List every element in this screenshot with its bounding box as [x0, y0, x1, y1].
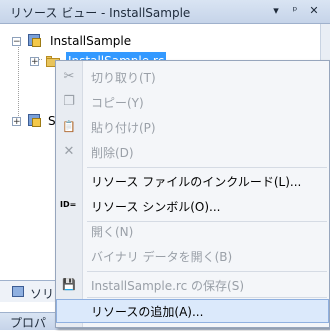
menu-item-resource-symbols[interactable]: ID= リソース シンボル(O)...: [56, 194, 329, 218]
menu-item-save-label: InstallSample.rc の保存(S): [91, 279, 244, 293]
delete-icon: ✕: [63, 144, 75, 159]
menu-item-open[interactable]: 開く(N): [56, 219, 329, 243]
menu-item-save[interactable]: 💾 InstallSample.rc の保存(S): [56, 273, 329, 297]
panel-title: リソース ビュー - InstallSample: [10, 6, 191, 20]
close-icon[interactable]: ✕: [306, 3, 322, 19]
menu-item-cut[interactable]: ✂ 切り取り(T): [56, 65, 329, 89]
menu-item-open-label: 開く(N): [91, 225, 134, 239]
menu-item-symbols-label: リソース シンボル(O)...: [91, 200, 221, 214]
collapse-icon[interactable]: −: [12, 37, 21, 47]
menu-item-include-label: リソース ファイルのインクルード(L)...: [91, 175, 302, 189]
dropdown-icon[interactable]: ▾: [268, 3, 284, 19]
menu-separator: [87, 297, 327, 298]
tab-properties-label: プロパ: [10, 316, 47, 330]
menu-item-delete-label: 削除(D): [91, 146, 134, 160]
id-icon: ID=: [60, 200, 77, 209]
menu-item-open-binary-label: バイナリ データを開く(B): [91, 250, 233, 264]
menu-item-copy[interactable]: ❐ コピー(Y): [56, 90, 329, 114]
menu-separator: [87, 271, 327, 272]
expand-icon[interactable]: +: [12, 117, 21, 127]
menu-separator: [87, 167, 327, 168]
project-icon: [28, 114, 42, 128]
panel-titlebar: リソース ビュー - InstallSample ▾ ᵖ ✕: [0, 0, 330, 24]
menu-item-paste-label: 貼り付け(P): [91, 121, 156, 135]
menu-item-copy-label: コピー(Y): [91, 96, 144, 110]
pin-icon[interactable]: ᵖ: [287, 3, 303, 19]
menu-item-add-resource-label: リソースの追加(A)...: [91, 305, 204, 319]
scissors-icon: ✂: [63, 69, 75, 84]
menu-item-add-resource[interactable]: リソースの追加(A)...: [56, 299, 329, 323]
tree-root-label: InstallSample: [50, 34, 132, 48]
context-menu: ✂ 切り取り(T) ❐ コピー(Y) 📋 貼り付け(P) ✕ 削除(D) リソー…: [55, 60, 330, 328]
copy-icon: ❐: [63, 94, 75, 109]
paste-icon: 📋: [62, 120, 76, 133]
menu-item-delete[interactable]: ✕ 削除(D): [56, 140, 329, 164]
menu-item-include-resource-file[interactable]: リソース ファイルのインクルード(L)...: [56, 169, 329, 193]
expand-icon[interactable]: +: [30, 57, 39, 67]
tab-solution-label: ソリ: [30, 287, 55, 301]
solution-icon: [12, 286, 24, 297]
project-icon: [28, 34, 42, 48]
menu-item-open-binary[interactable]: バイナリ データを開く(B): [56, 244, 329, 268]
menu-item-cut-label: 切り取り(T): [91, 71, 156, 85]
menu-item-paste[interactable]: 📋 貼り付け(P): [56, 115, 329, 139]
save-icon: 💾: [62, 278, 76, 291]
